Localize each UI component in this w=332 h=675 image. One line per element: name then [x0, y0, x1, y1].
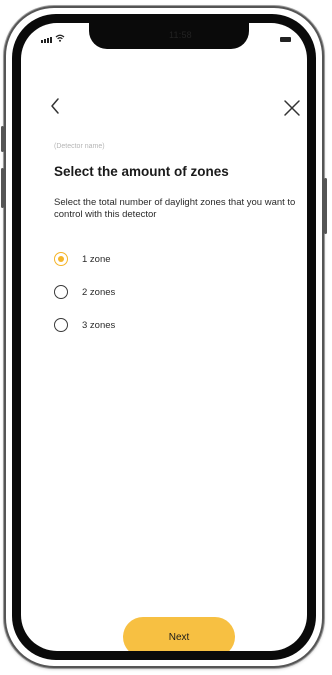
status-time: 11:58 [169, 30, 192, 40]
radio-unselected-icon [54, 285, 68, 299]
radio-label: 1 zone [82, 253, 111, 265]
radio-unselected-icon [54, 318, 68, 332]
radio-option-3-zones[interactable]: 3 zones [54, 315, 115, 335]
chevron-left-icon [51, 98, 59, 114]
radio-label: 2 zones [82, 286, 116, 298]
phone-frame: 11:58 (Detector name) Select the amount … [1, 6, 327, 668]
next-button[interactable]: Next [123, 617, 235, 651]
wifi-icon [55, 34, 65, 42]
page-title: Select the amount of zones [54, 164, 229, 179]
close-icon [284, 100, 300, 116]
app-screen: 11:58 (Detector name) Select the amount … [21, 23, 307, 651]
radio-label: 3 zones [82, 319, 116, 331]
battery-icon [280, 37, 291, 42]
phone-side-button [1, 168, 4, 208]
device-name: (Detector name) [54, 143, 105, 150]
signal-icon [41, 37, 52, 43]
phone-bezel: 11:58 (Detector name) Select the amount … [12, 14, 316, 660]
close-button[interactable] [282, 98, 302, 118]
page-description: Select the total number of daylight zone… [54, 197, 296, 220]
radio-selected-icon [54, 252, 68, 266]
back-button[interactable] [47, 95, 65, 117]
phone-side-button [324, 178, 327, 234]
radio-option-1-zone[interactable]: 1 zone [54, 249, 111, 269]
phone-side-button [1, 126, 4, 152]
status-bar: 11:58 [21, 23, 307, 49]
radio-option-2-zones[interactable]: 2 zones [54, 282, 115, 302]
